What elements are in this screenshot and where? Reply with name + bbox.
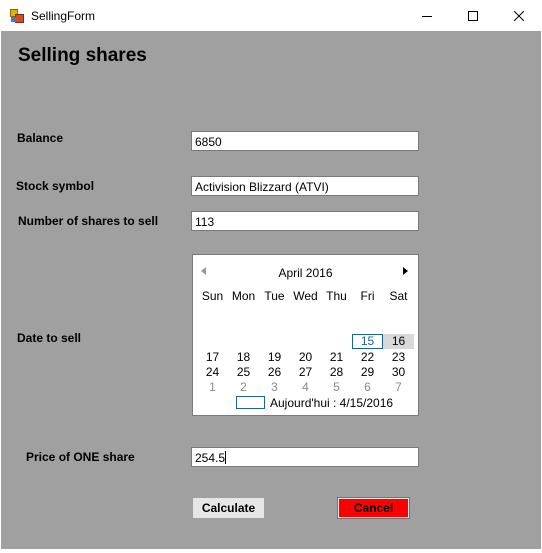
calendar-day[interactable]: 17 bbox=[197, 350, 228, 365]
today-link[interactable]: Aujourd'hui : 4/15/2016 bbox=[270, 396, 393, 410]
weekday-wed: Wed bbox=[293, 289, 318, 303]
weekday-sun: Sun bbox=[201, 289, 224, 303]
calculate-button[interactable]: Calculate bbox=[193, 498, 264, 518]
weekday-fri: Fri bbox=[360, 289, 375, 303]
calendar-day[interactable]: 23 bbox=[383, 350, 414, 365]
maximize-icon bbox=[468, 10, 478, 21]
date-to-sell-label: Date to sell bbox=[17, 331, 82, 345]
calendar-day[interactable]: 1 bbox=[197, 380, 228, 395]
shares-to-sell-label: Number of shares to sell bbox=[18, 214, 159, 228]
calendar-day[interactable]: 2 bbox=[228, 380, 259, 395]
calendar-day[interactable]: 5 bbox=[321, 380, 352, 395]
window-title: SellingForm bbox=[31, 9, 96, 23]
calendar-day[interactable]: 26 bbox=[259, 365, 290, 380]
calendar-day[interactable]: 19 bbox=[259, 350, 290, 365]
price-one-share-label: Price of ONE share bbox=[26, 450, 135, 464]
weekday-tue: Tue bbox=[264, 289, 285, 303]
weekday-mon: Mon bbox=[231, 289, 256, 303]
calendar-day[interactable]: 29 bbox=[352, 365, 383, 380]
calendar-day[interactable]: 24 bbox=[197, 365, 228, 380]
calendar-day[interactable]: 28 bbox=[321, 365, 352, 380]
calendar-day[interactable]: 20 bbox=[290, 350, 321, 365]
form-app-icon bbox=[9, 8, 25, 24]
page-title: Selling shares bbox=[18, 45, 147, 66]
stock-symbol-field[interactable]: Activision Blizzard (ATVI) bbox=[191, 176, 419, 196]
calendar-month-label[interactable]: April 2016 bbox=[193, 266, 418, 280]
calendar-day[interactable]: 22 bbox=[352, 350, 383, 365]
balance-label: Balance bbox=[17, 131, 64, 145]
calendar-day[interactable]: 25 bbox=[228, 365, 259, 380]
calendar-day[interactable]: 30 bbox=[383, 365, 414, 380]
minimize-button[interactable] bbox=[404, 0, 450, 31]
calendar-day[interactable]: 21 bbox=[321, 350, 352, 365]
stock-symbol-label: Stock symbol bbox=[16, 179, 95, 193]
price-one-share-value: 254.5 bbox=[195, 451, 226, 465]
price-one-share-field[interactable]: 254.5 bbox=[191, 447, 419, 467]
minimize-icon bbox=[422, 15, 432, 17]
chevron-right-icon[interactable] bbox=[403, 267, 409, 275]
close-icon bbox=[514, 10, 524, 21]
calendar-day[interactable]: 16 bbox=[383, 334, 414, 349]
close-button[interactable] bbox=[496, 0, 542, 31]
title-bar[interactable]: SellingForm bbox=[0, 0, 542, 31]
calendar-day[interactable]: 6 bbox=[352, 380, 383, 395]
today-marker bbox=[236, 396, 265, 409]
calendar-day[interactable]: 3 bbox=[259, 380, 290, 395]
cancel-button[interactable]: Cancel bbox=[337, 497, 410, 519]
text-caret bbox=[225, 451, 227, 464]
calendar-day[interactable]: 4 bbox=[290, 380, 321, 395]
calendar-day[interactable]: 7 bbox=[383, 380, 414, 395]
calendar-day[interactable]: 18 bbox=[228, 350, 259, 365]
shares-to-sell-field[interactable]: 113 bbox=[191, 211, 419, 231]
weekday-sat: Sat bbox=[389, 289, 408, 303]
calendar-day[interactable]: 27 bbox=[290, 365, 321, 380]
calendar-day[interactable]: 15 bbox=[352, 334, 383, 349]
balance-field[interactable]: 6850 bbox=[191, 131, 419, 151]
date-calendar[interactable]: April 2016 Sun Mon Tue Wed Thu Fri Sat 1… bbox=[192, 254, 419, 416]
weekday-thu: Thu bbox=[326, 289, 347, 303]
maximize-button[interactable] bbox=[450, 0, 496, 31]
